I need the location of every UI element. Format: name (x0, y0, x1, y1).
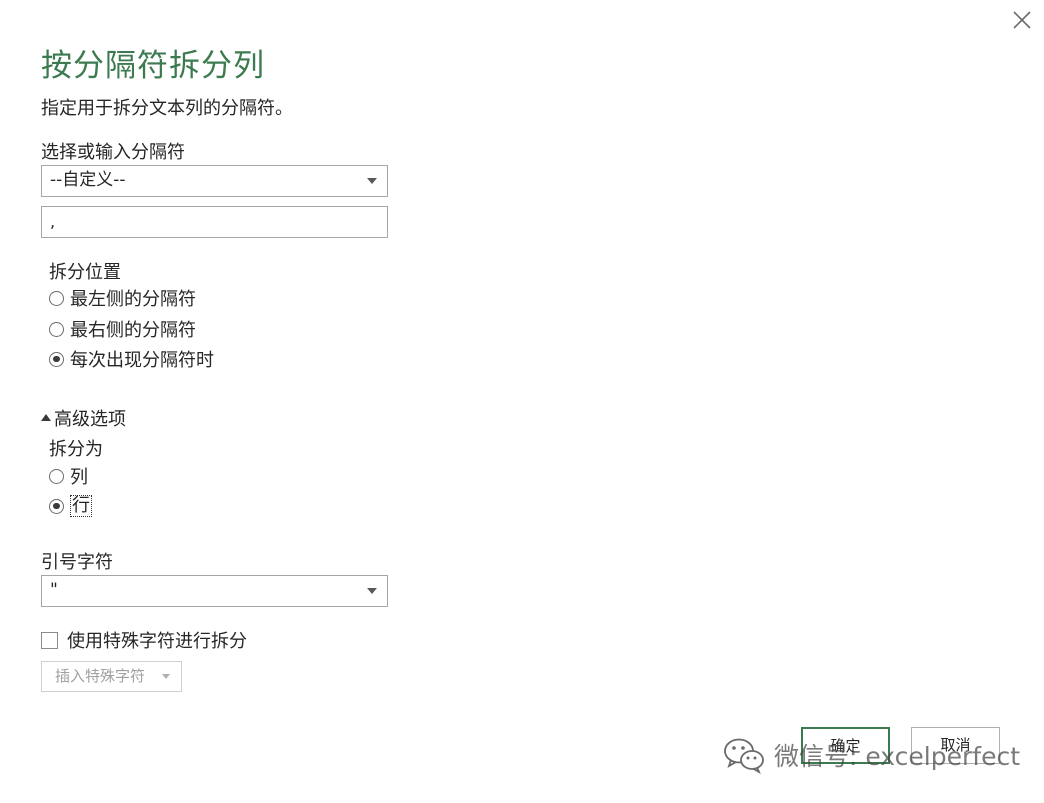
close-icon (1013, 11, 1031, 29)
special-chars-checkbox-row[interactable]: 使用特殊字符进行拆分 (41, 627, 247, 653)
radio-button[interactable] (49, 351, 64, 367)
radio-split-rows[interactable]: 行 (49, 494, 92, 518)
insert-special-char-label: 插入特殊字符 (55, 667, 146, 685)
radio-leftmost-delimiter[interactable]: 最左侧的分隔符 (49, 286, 196, 310)
radio-each-occurrence[interactable]: 每次出现分隔符时 (49, 347, 214, 371)
split-into-label: 拆分为 (49, 439, 103, 460)
advanced-options-toggle[interactable]: 高级选项 (41, 405, 126, 431)
quote-char-select[interactable]: " (41, 575, 388, 607)
triangle-up-icon (41, 414, 51, 421)
radio-label: 行 (70, 495, 92, 517)
radio-rightmost-delimiter[interactable]: 最右侧的分隔符 (49, 317, 196, 341)
radio-button[interactable] (49, 290, 64, 306)
dialog-title: 按分隔符拆分列 (41, 48, 265, 84)
ok-button[interactable]: 确定 (801, 727, 890, 764)
radio-label: 列 (70, 467, 88, 488)
delimiter-select[interactable]: --自定义-- (41, 165, 388, 197)
insert-special-char-button: 插入特殊字符 (41, 661, 182, 692)
delimiter-select-value: --自定义-- (50, 170, 126, 190)
radio-label: 最左侧的分隔符 (70, 289, 196, 310)
chevron-down-icon (367, 178, 377, 184)
wechat-logo (724, 738, 764, 774)
radio-label: 每次出现分隔符时 (70, 350, 214, 371)
split-column-dialog: 按分隔符拆分列 指定用于拆分文本列的分隔符。 选择或输入分隔符 --自定义-- … (0, 0, 1044, 803)
cancel-button[interactable]: 取消 (911, 727, 1000, 764)
quote-char-label: 引号字符 (41, 552, 113, 573)
split-position-label: 拆分位置 (49, 262, 121, 283)
radio-label: 最右侧的分隔符 (70, 320, 196, 341)
delimiter-label: 选择或输入分隔符 (41, 142, 185, 163)
radio-button[interactable] (49, 498, 64, 514)
quote-char-value: " (50, 580, 58, 600)
special-chars-label: 使用特殊字符进行拆分 (67, 631, 247, 652)
chevron-down-icon (367, 588, 377, 594)
dialog-subtitle: 指定用于拆分文本列的分隔符。 (41, 98, 293, 119)
custom-delimiter-input[interactable]: , (41, 206, 388, 238)
close-button[interactable] (1010, 8, 1034, 32)
advanced-options-label: 高级选项 (54, 409, 126, 430)
radio-split-columns[interactable]: 列 (49, 464, 88, 488)
custom-delimiter-value: , (50, 212, 56, 231)
chevron-down-icon (162, 674, 170, 679)
radio-button[interactable] (49, 468, 64, 484)
special-chars-checkbox[interactable] (41, 631, 58, 649)
radio-button[interactable] (49, 321, 64, 337)
